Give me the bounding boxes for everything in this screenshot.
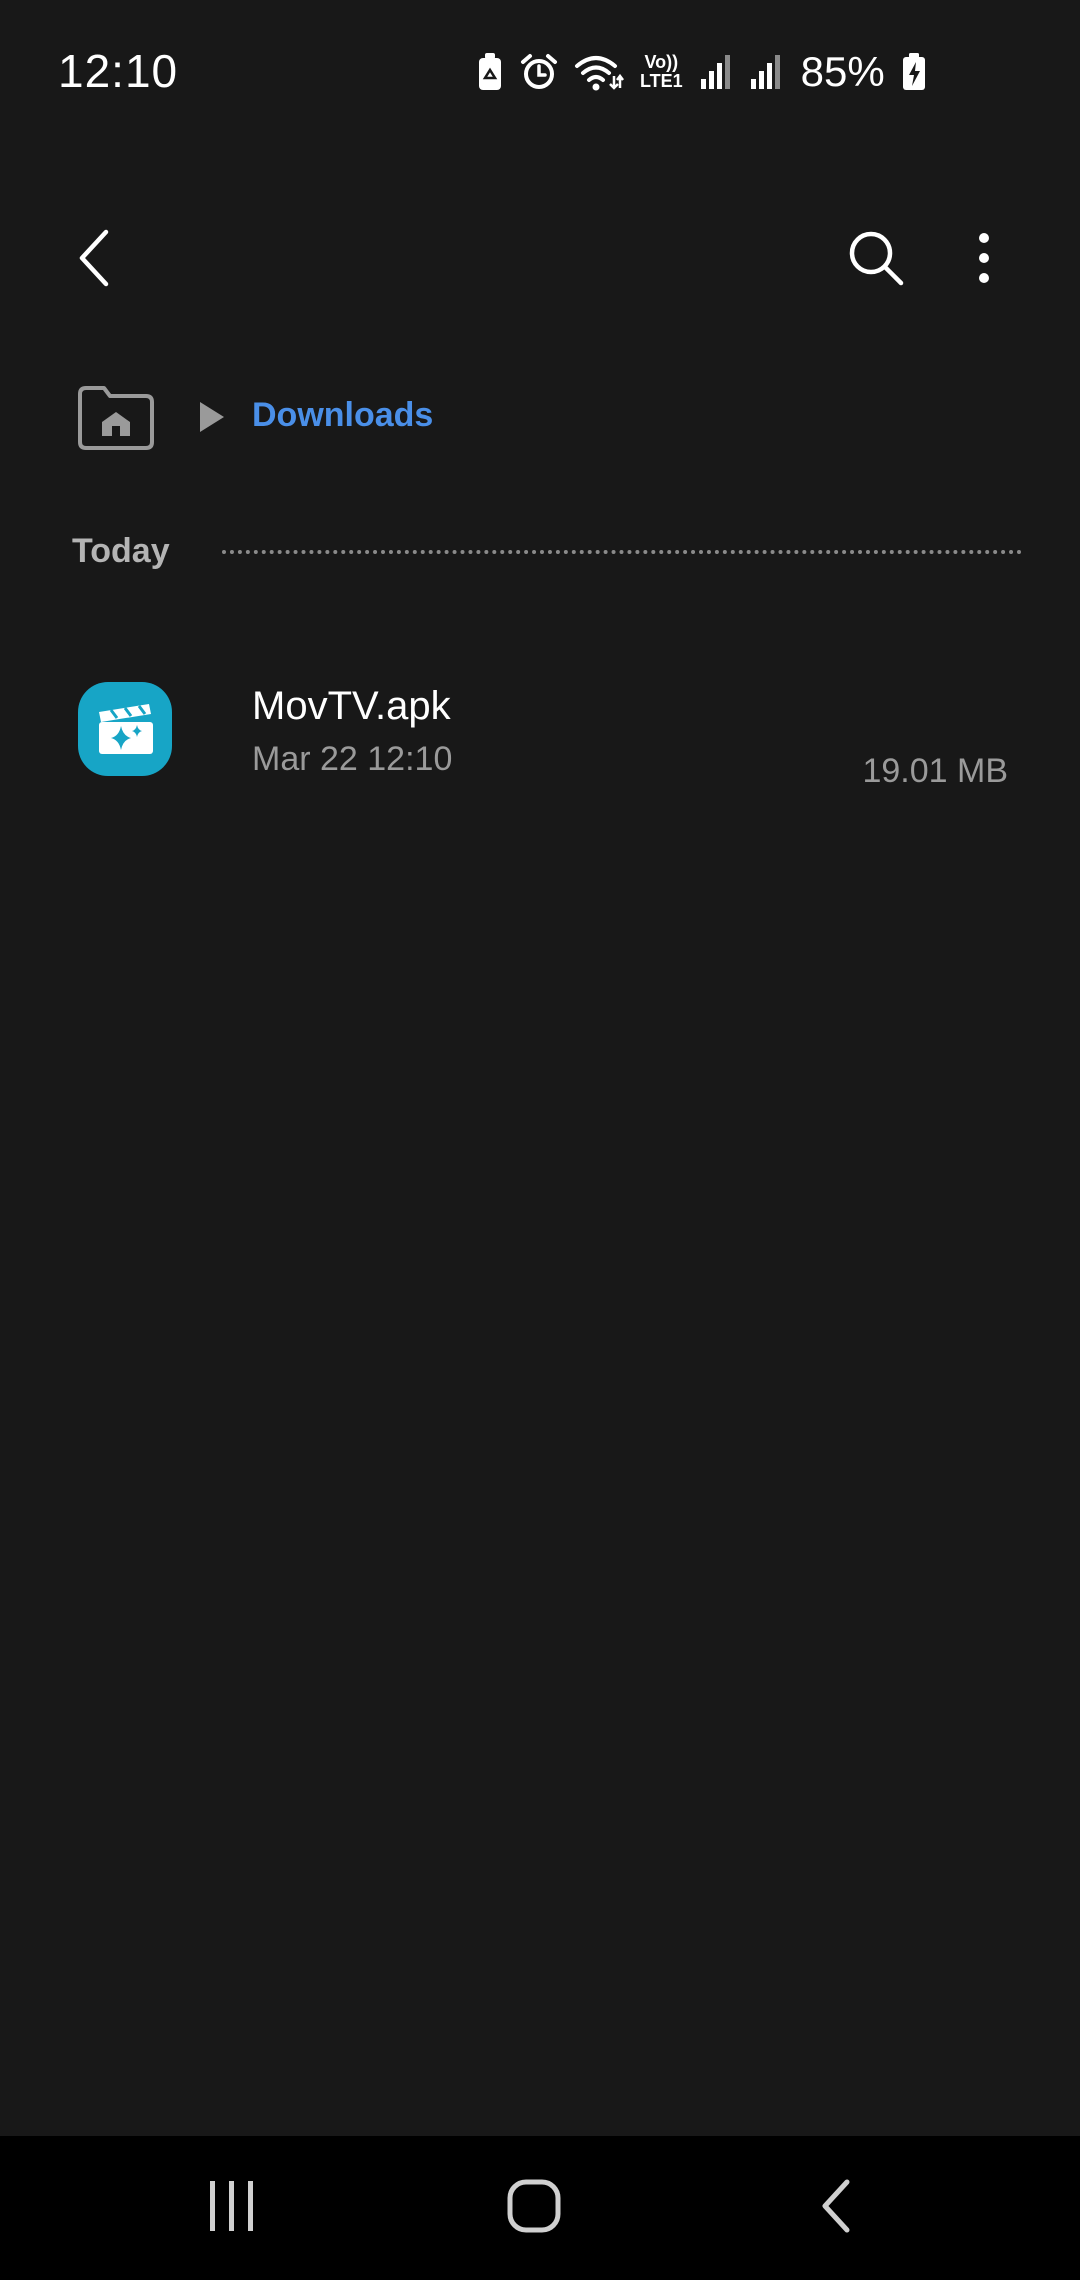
alarm-icon	[520, 53, 558, 91]
status-time: 12:10	[58, 45, 179, 97]
section-header-today: Today	[0, 528, 1080, 578]
recents-button[interactable]	[182, 2168, 282, 2248]
status-bar: 12:10 Vo)) LTE1 85%	[0, 0, 1080, 140]
list-item[interactable]: MovTV.apk Mar 22 12:10 19.01 MB	[0, 660, 1080, 800]
nav-back-button[interactable]	[786, 2168, 886, 2248]
back-arrow-icon	[76, 228, 116, 293]
status-icons: Vo)) LTE1 85%	[476, 46, 927, 98]
breadcrumb: Downloads	[0, 372, 1080, 472]
back-button[interactable]	[56, 220, 136, 300]
signal-sim1-icon	[699, 53, 733, 91]
home-folder-icon	[76, 386, 156, 456]
signal-sim2-icon	[749, 53, 783, 91]
file-size: 19.01 MB	[862, 752, 1008, 790]
play-arrow-icon	[196, 400, 226, 434]
wifi-icon	[574, 52, 624, 92]
volte-icon: Vo)) LTE1	[640, 53, 683, 91]
navigation-bar	[0, 2136, 1080, 2280]
home-button[interactable]	[484, 2168, 584, 2248]
volte-label-bottom: LTE1	[640, 71, 683, 91]
battery-percent: 85%	[800, 48, 885, 95]
more-options-button[interactable]	[944, 220, 1024, 300]
home-icon	[506, 2178, 562, 2239]
battery-saver-icon	[476, 52, 504, 92]
back-icon	[819, 2178, 853, 2239]
volte-label-top: Vo))	[644, 52, 679, 72]
file-date: Mar 22 12:10	[252, 740, 453, 778]
file-name: MovTV.apk	[252, 684, 451, 728]
breadcrumb-home-button[interactable]	[76, 384, 156, 452]
more-options-icon	[977, 232, 991, 289]
search-icon	[847, 229, 905, 292]
battery-charging-icon	[901, 52, 927, 92]
breadcrumb-current[interactable]: Downloads	[252, 396, 433, 435]
recents-icon	[207, 2179, 257, 2238]
search-button[interactable]	[836, 220, 916, 300]
section-divider	[222, 550, 1022, 554]
section-title: Today	[72, 532, 170, 570]
video-editor-app-icon	[78, 682, 172, 776]
app-bar	[0, 200, 1080, 320]
